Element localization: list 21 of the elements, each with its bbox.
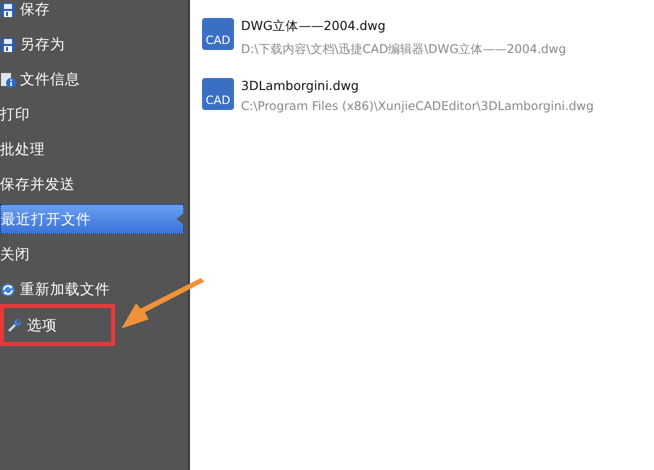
wrench-icon: [7, 317, 23, 333]
file-path: D:\下载内容\文档\迅捷CAD编辑器\DWG立体——2004.dwg: [241, 41, 566, 58]
menu-item[interactable]: 重新加载文件: [0, 272, 114, 307]
recent-file-item[interactable]: CAD DWG立体——2004.dwg D:\下载内容\文档\迅捷CAD编辑器\DWG立体——2004.dwg: [202, 18, 642, 58]
menu-item[interactable]: 保存并发送: [0, 167, 79, 202]
document-info-icon: [0, 72, 16, 88]
menu-item[interactable]: 选项: [0, 304, 115, 346]
menu-item[interactable]: 打印: [0, 97, 34, 132]
menu-item[interactable]: 保存: [0, 0, 54, 27]
file-name: 3DLamborgini.dwg: [241, 78, 360, 93]
recent-file-item[interactable]: CAD 3DLamborgini.dwg C:\Program Files (x86)\XunjieCADEditor\3DLamborgini.dwg: [202, 78, 642, 113]
menu-item[interactable]: 文件信息: [0, 62, 84, 97]
file-path: C:\Program Files (x86)\XunjieCADEditor\3DLamborgini.dwg: [241, 99, 594, 113]
menu-item[interactable]: 最近打开文件: [0, 204, 184, 234]
file-name: DWG立体——2004.dwg: [241, 18, 387, 35]
cad-file-icon: CAD: [202, 18, 234, 50]
cad-file-icon: CAD: [202, 78, 234, 110]
menu-item[interactable]: 批处理: [0, 132, 49, 167]
menu-item[interactable]: 另存为: [0, 27, 69, 62]
reload-icon: [0, 282, 16, 298]
menu-item[interactable]: 关闭: [0, 237, 34, 272]
